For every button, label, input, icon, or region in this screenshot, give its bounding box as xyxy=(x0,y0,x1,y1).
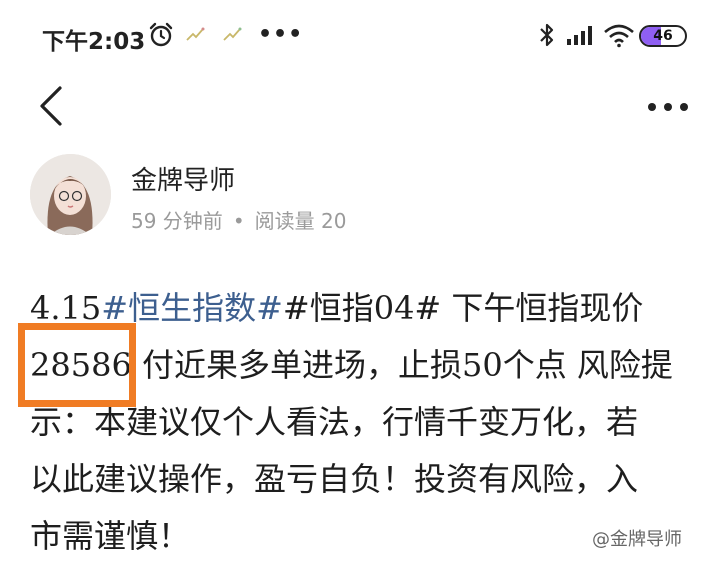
back-button[interactable] xyxy=(34,84,70,128)
article-line: 市需谨慎！ xyxy=(30,508,690,565)
clock: 下午2:03 xyxy=(42,29,146,55)
more-options-button[interactable] xyxy=(646,98,690,111)
price-highlight-box xyxy=(18,323,136,407)
wifi-icon xyxy=(603,24,635,52)
meta-separator: • xyxy=(232,209,245,233)
notification-app-icon xyxy=(185,26,205,48)
article-text: 4.15 xyxy=(30,289,102,327)
article-line: 以此建议操作，盈亏自负！投资有风险，入 xyxy=(30,451,690,508)
hashtag-link[interactable]: #恒生指数# xyxy=(101,289,283,327)
article-text: #恒指04# 下午恒指现价 xyxy=(282,289,644,327)
more-dots-icon xyxy=(648,103,688,111)
bluetooth-icon xyxy=(538,22,556,52)
watermark: @金牌导师 xyxy=(592,529,682,550)
battery-level: 46 xyxy=(653,28,673,44)
article-text: 示：本建议仅个人看法，行情千变万化，若 xyxy=(30,403,639,441)
article-text: 以此建议操作，盈亏自负！投资有风险，入 xyxy=(30,460,639,498)
article-text: 付近果多单进场，止损50个点 风险提 xyxy=(131,346,673,384)
post-time: 59 分钟前 xyxy=(131,209,223,233)
post-meta: 59 分钟前 • 阅读量 20 xyxy=(131,205,346,234)
read-count: 阅读量 20 xyxy=(254,209,347,233)
notification-app-icon xyxy=(222,26,242,48)
battery-icon: 46 xyxy=(639,25,687,47)
article-text: 市需谨慎！ xyxy=(30,517,191,555)
more-notifications-icon: ••• xyxy=(258,22,304,47)
alarm-icon xyxy=(148,22,174,52)
author-name[interactable]: 金牌导师 xyxy=(131,160,235,197)
author-avatar[interactable] xyxy=(30,154,111,235)
chevron-left-icon xyxy=(40,86,62,126)
signal-icon xyxy=(566,24,596,50)
status-bar: 下午2:03 ••• 46 xyxy=(0,0,720,70)
